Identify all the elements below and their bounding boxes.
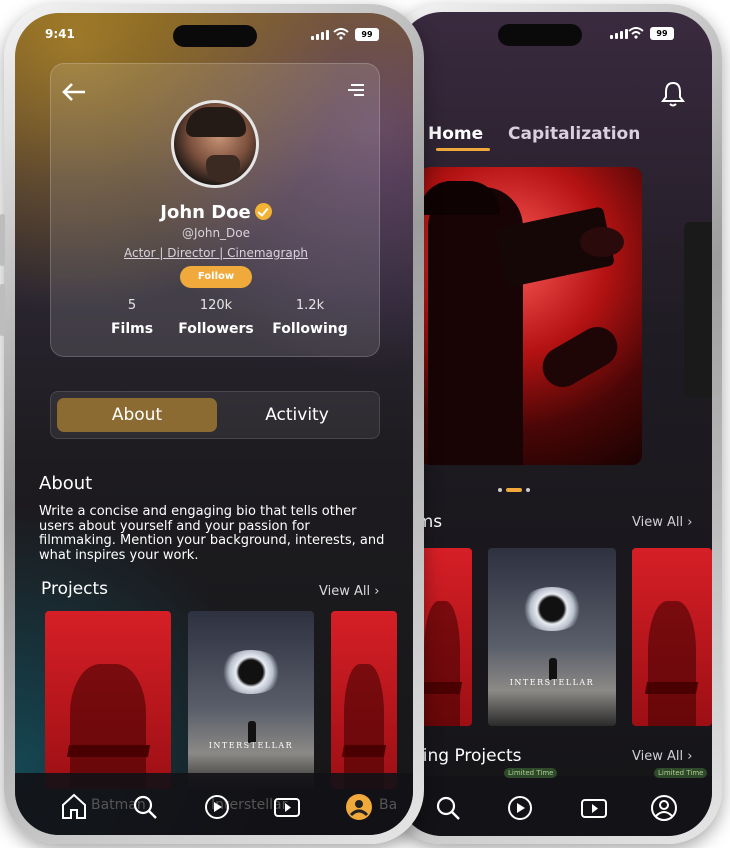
carousel-dot-active[interactable] bbox=[506, 488, 522, 492]
profile-icon[interactable] bbox=[650, 794, 678, 822]
profile-screen-phone: 9:41 99 John Doe @John_Doe Actor | Direc… bbox=[0, 4, 424, 844]
lens-shape bbox=[580, 227, 624, 257]
home-screen-phone: 99 Home Capitalization lms View All › IN… bbox=[385, 4, 722, 844]
bottom-nav: Limited Time Limited Time bbox=[398, 768, 712, 836]
film-poster-interstellar[interactable]: INTERSTELLAR bbox=[488, 548, 616, 726]
camera-notch bbox=[498, 24, 582, 46]
app-showcase: 99 Home Capitalization lms View All › IN… bbox=[0, 0, 730, 848]
project-poster-batman[interactable] bbox=[331, 611, 397, 789]
profile-handle: @John_Doe bbox=[181, 226, 251, 240]
camera-notch bbox=[173, 25, 257, 47]
films-view-all-link[interactable]: View All › bbox=[632, 515, 692, 530]
home-icon[interactable] bbox=[59, 791, 89, 821]
profile-screen: 9:41 99 John Doe @John_Doe Actor | Direc… bbox=[15, 13, 413, 835]
profile-card: John Doe @John_Doe Actor | Director | Ci… bbox=[50, 63, 380, 357]
about-bio: Write a concise and engaging bio that te… bbox=[39, 504, 385, 563]
limited-time-badge: Limited Time bbox=[504, 768, 558, 778]
volume-down-button bbox=[0, 284, 5, 336]
next-banner-card[interactable] bbox=[684, 222, 712, 398]
menu-icon[interactable] bbox=[347, 82, 365, 98]
projects-view-all-link[interactable]: View All › bbox=[319, 584, 379, 599]
back-arrow-icon[interactable] bbox=[61, 82, 87, 102]
tab-capitalization[interactable]: Capitalization bbox=[508, 124, 640, 144]
search-icon[interactable] bbox=[434, 794, 462, 822]
projects-heading: Projects bbox=[41, 579, 109, 599]
stat-value: 1.2k bbox=[295, 298, 325, 313]
profile-icon[interactable] bbox=[345, 793, 373, 821]
avatar-hair bbox=[186, 107, 246, 137]
batman-silhouette bbox=[424, 601, 460, 726]
profile-roles-link[interactable]: Actor | Director | Cinemagraph bbox=[51, 246, 381, 260]
search-icon[interactable] bbox=[131, 793, 159, 821]
limited-time-badge: Limited Time bbox=[654, 768, 708, 778]
battery-icon: 99 bbox=[355, 28, 379, 41]
youtube-icon[interactable] bbox=[273, 793, 301, 821]
poster-title: INTERSTELLAR bbox=[509, 677, 595, 687]
batman-logo bbox=[66, 744, 150, 757]
verified-badge-icon bbox=[254, 203, 272, 220]
hat-shape bbox=[420, 181, 500, 215]
batman-silhouette bbox=[648, 601, 696, 726]
tab-about[interactable]: About bbox=[57, 398, 217, 432]
carousel-dot[interactable] bbox=[526, 488, 530, 492]
batman-silhouette bbox=[70, 664, 146, 789]
notification-bell-icon[interactable] bbox=[660, 80, 686, 108]
featured-banner[interactable] bbox=[420, 167, 642, 465]
stat-following[interactable]: 1.2k Following bbox=[265, 298, 355, 337]
tab-home[interactable]: Home bbox=[428, 124, 483, 144]
stat-films[interactable]: 5 Films bbox=[87, 298, 177, 337]
profile-name-row: John Doe bbox=[51, 202, 381, 223]
view-all-label: View All bbox=[319, 584, 371, 599]
black-hole-ring bbox=[218, 649, 284, 694]
volume-up-button bbox=[0, 214, 5, 266]
wifi-icon bbox=[628, 27, 644, 39]
project-poster-interstellar[interactable]: INTERSTELLAR bbox=[188, 611, 314, 789]
profile-tab-toggle: About Activity bbox=[50, 391, 380, 439]
avatar[interactable] bbox=[171, 100, 259, 188]
youtube-icon[interactable] bbox=[580, 794, 608, 822]
carousel-dot[interactable] bbox=[498, 488, 502, 492]
home-screen: 99 Home Capitalization lms View All › IN… bbox=[398, 12, 712, 836]
stat-label: Films bbox=[110, 321, 154, 337]
poster-title: INTERSTELLAR bbox=[208, 740, 294, 750]
avatar-beard bbox=[206, 155, 240, 183]
tab-activity[interactable]: Activity bbox=[219, 398, 375, 432]
film-poster-batman[interactable] bbox=[632, 548, 712, 726]
upcoming-projects-title: ning Projects bbox=[412, 746, 522, 766]
batman-logo bbox=[421, 681, 463, 694]
about-heading: About bbox=[39, 473, 93, 494]
follow-button[interactable]: Follow bbox=[180, 266, 252, 288]
signal-icon bbox=[610, 29, 628, 39]
arm-shape bbox=[535, 319, 625, 395]
carousel-dots bbox=[498, 488, 530, 492]
stat-value: 120k bbox=[199, 298, 233, 313]
tab-active-indicator bbox=[436, 148, 490, 151]
battery-icon: 99 bbox=[650, 27, 674, 40]
projects-view-all-link[interactable]: View All › bbox=[632, 749, 692, 764]
stat-label: Following bbox=[272, 321, 348, 337]
batman-logo bbox=[341, 744, 387, 757]
profile-name: John Doe bbox=[160, 202, 251, 223]
view-all-label: View All bbox=[632, 515, 684, 530]
black-hole-ring bbox=[519, 586, 585, 631]
project-caption: Ba bbox=[379, 797, 398, 813]
project-poster-batman[interactable] bbox=[45, 611, 171, 789]
view-all-label: View All bbox=[632, 749, 684, 764]
play-icon[interactable] bbox=[506, 794, 534, 822]
play-icon[interactable] bbox=[203, 793, 231, 821]
wifi-icon bbox=[333, 28, 349, 40]
batman-silhouette bbox=[344, 664, 384, 789]
stat-label: Followers bbox=[178, 321, 254, 337]
status-time: 9:41 bbox=[45, 27, 75, 41]
signal-icon bbox=[311, 30, 329, 40]
stat-followers[interactable]: 120k Followers bbox=[171, 298, 261, 337]
stat-value: 5 bbox=[127, 298, 137, 313]
batman-logo bbox=[645, 681, 699, 694]
bottom-nav: Batman Interstellar Ba bbox=[15, 773, 413, 835]
